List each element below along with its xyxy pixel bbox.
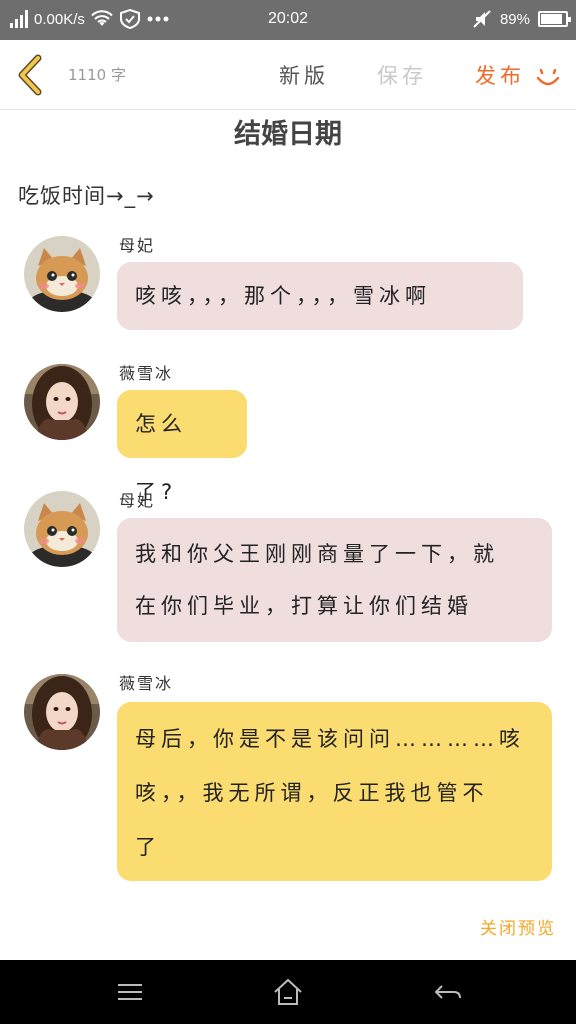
message-line: 了 [135, 835, 161, 859]
message-line: 咳，，我无所谓，反正我也管不 [135, 781, 489, 805]
chat-message: 母妃 咳咳，，，那个，，，雪冰啊 [24, 236, 554, 336]
word-count: 1110 字 [68, 66, 126, 84]
system-nav-bar [0, 960, 576, 1024]
chat-message: 母妃 我和你父王刚刚商量了一下，就 在你们毕业，打算让你们结婚 [24, 491, 554, 651]
message-bubble: 怎么了? [117, 390, 247, 504]
home-icon[interactable] [272, 976, 304, 1008]
document-title: 结婚日期 [234, 119, 342, 150]
avatar-cat [24, 491, 100, 567]
avatar-cat [24, 236, 100, 312]
avatar-girl [24, 674, 100, 750]
message-line: 母后，你是不是该问问…………咳 [135, 727, 525, 751]
message-line: 在你们毕业，打算让你们结婚 [135, 594, 473, 618]
battery-fill [541, 14, 563, 24]
sender-name: 母妃 [119, 236, 156, 255]
message-bubble: 咳咳，，，那个，，，雪冰啊 [117, 262, 523, 330]
close-preview-button[interactable]: 关闭预览 [480, 914, 556, 939]
chat-message: 薇雪冰 怎么了? [24, 364, 554, 504]
chat-message: 薇雪冰 母后，你是不是该问问…………咳 咳，，我无所谓，反正我也管不 了 [24, 674, 554, 884]
battery-icon [538, 11, 571, 27]
message-bubble: 我和你父王刚刚商量了一下，就 在你们毕业，打算让你们结婚 [117, 518, 552, 642]
smile-icon[interactable] [535, 64, 561, 90]
back-arrow-icon[interactable] [432, 976, 464, 1008]
avatar-girl [24, 364, 100, 440]
sender-name: 母妃 [119, 491, 156, 510]
message-line: 我和你父王刚刚商量了一下，就 [135, 542, 499, 566]
sender-name: 薇雪冰 [119, 364, 174, 383]
message-line: 咳咳，，，那个，，，雪冰啊 [135, 284, 431, 308]
status-bar: 0.00K/s 20:02 89% [0, 0, 576, 40]
screen: 0.00K/s 20:02 89% 1110 字 新版 保存 发布 结婚日期 吃… [0, 0, 576, 1024]
status-right: 89% [472, 9, 571, 29]
back-chevron-icon[interactable] [14, 54, 46, 96]
mute-icon [473, 10, 491, 28]
menu-icon[interactable] [114, 976, 146, 1008]
publish-button[interactable]: 发布 [475, 60, 525, 90]
document-subtitle: 吃饭时间→_→ [18, 184, 155, 208]
message-bubble: 母后，你是不是该问问…………咳 咳，，我无所谓，反正我也管不 了 [117, 702, 552, 881]
save-button[interactable]: 保存 [377, 60, 427, 90]
battery-percent: 89% [499, 10, 530, 28]
editor-toolbar: 1110 字 新版 保存 发布 [0, 40, 576, 110]
sender-name: 薇雪冰 [119, 674, 174, 693]
new-version-button[interactable]: 新版 [279, 60, 329, 90]
